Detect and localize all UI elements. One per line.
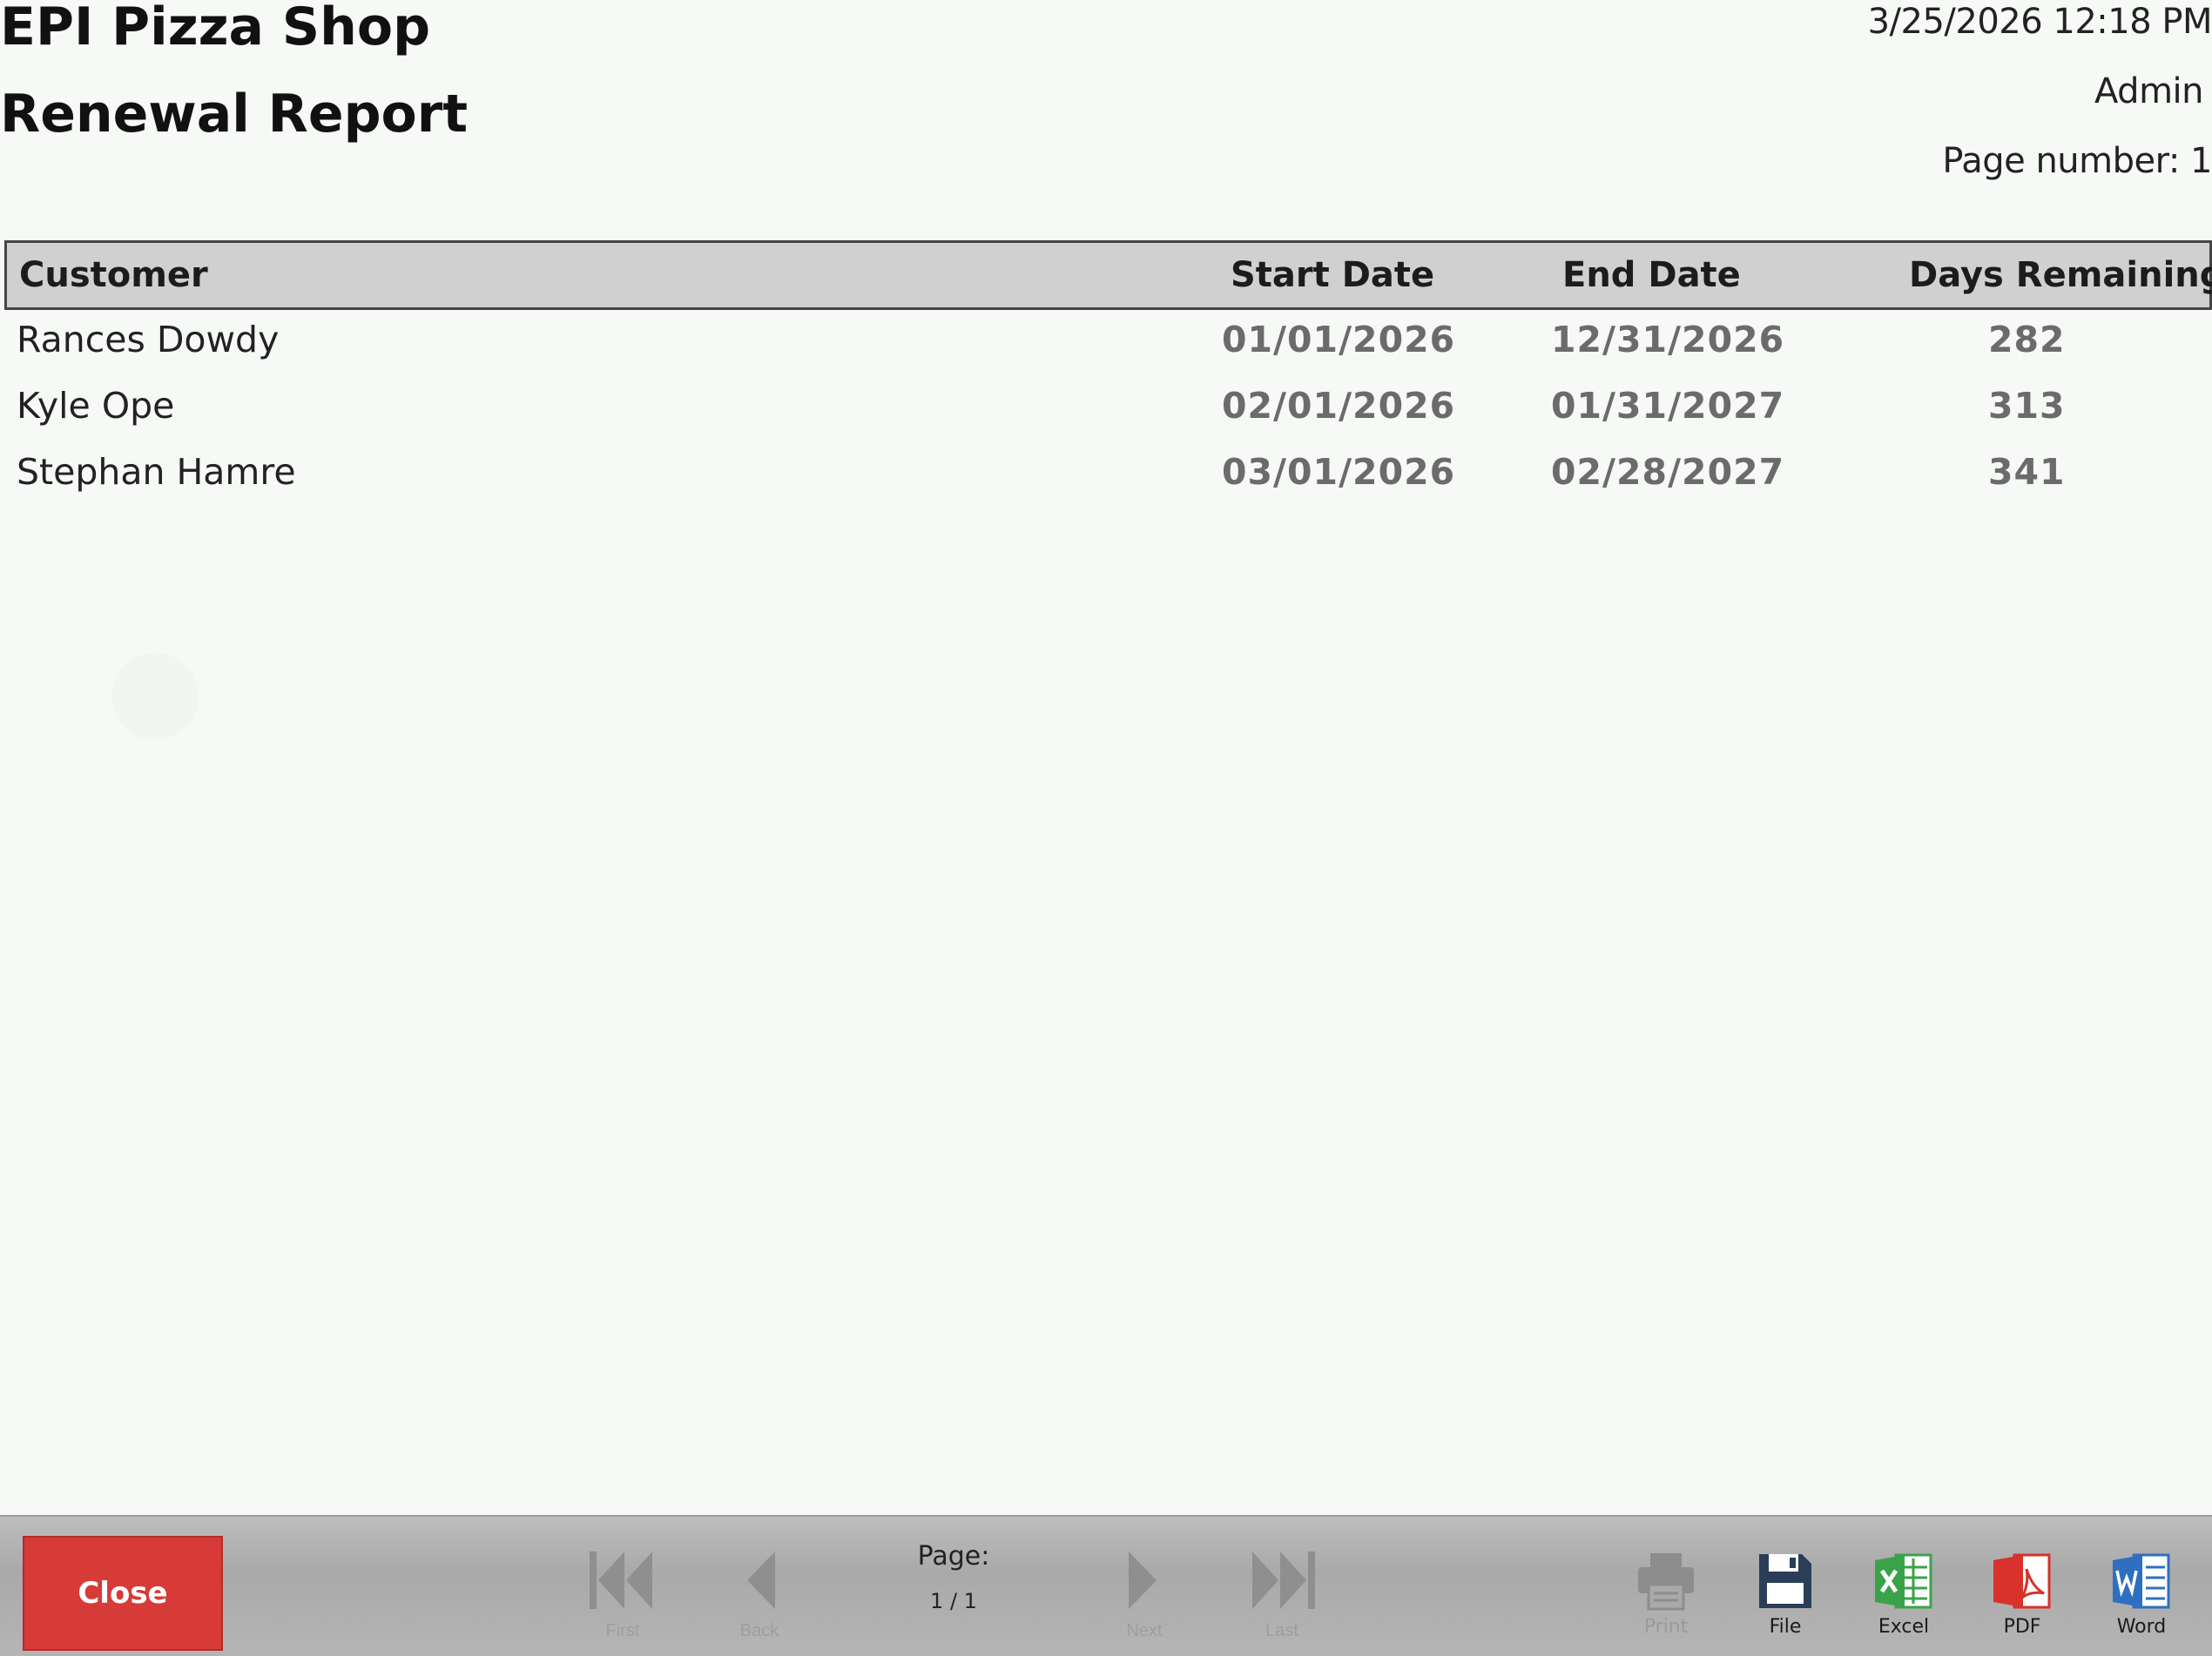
next-page-button[interactable]: Next: [1101, 1546, 1188, 1642]
back-arrow-icon: [747, 1552, 775, 1609]
table-row: Stephan Hamre 03/01/2026 02/28/2027 341: [4, 442, 2212, 508]
next-page-label: Next: [1126, 1621, 1163, 1640]
column-header-end-date: End Date: [1562, 255, 1741, 295]
last-page-label: Last: [1265, 1621, 1298, 1640]
last-page-icon: [1252, 1552, 1315, 1609]
report-datetime: 3/25/2026 12:18 PM: [1867, 2, 2212, 42]
next-arrow-icon: [1129, 1552, 1157, 1609]
cell-customer: Stephan Hamre: [17, 451, 296, 493]
first-page-label: First: [605, 1621, 640, 1640]
page-label: Page:: [917, 1541, 990, 1572]
renewal-table: Customer Start Date End Date Days Remain…: [4, 240, 2212, 508]
close-button[interactable]: Close: [23, 1536, 223, 1651]
excel-icon: [1875, 1553, 1932, 1609]
cell-end-date: 02/28/2027: [1551, 451, 1785, 493]
print-label: Print: [1643, 1616, 1689, 1638]
save-file-button[interactable]: File: [1737, 1552, 1833, 1649]
faint-watermark: [111, 653, 199, 740]
pdf-icon: [1993, 1553, 2051, 1609]
export-excel-button[interactable]: Excel: [1856, 1552, 1952, 1649]
last-page-button[interactable]: Last: [1238, 1546, 1325, 1642]
report-user: Admin: [2094, 71, 2203, 111]
report-page-number: Page number: 1: [1942, 141, 2212, 181]
table-row: Rances Dowdy 01/01/2026 12/31/2026 282: [4, 310, 2212, 376]
cell-days-remaining: 282: [1988, 319, 2066, 360]
cell-customer: Kyle Ope: [17, 385, 175, 427]
cell-start-date: 01/01/2026: [1222, 319, 1456, 360]
cell-end-date: 12/31/2026: [1551, 319, 1785, 360]
shop-name: EPI Pizza Shop: [0, 0, 431, 57]
report-toolbar: Close First Back Page: 1 / 1 Next Last P…: [0, 1515, 2212, 1656]
cell-days-remaining: 341: [1988, 451, 2066, 493]
column-header-customer: Customer: [19, 255, 208, 295]
pdf-label: PDF: [2003, 1616, 2041, 1638]
save-disk-icon: [1759, 1554, 1811, 1608]
print-button[interactable]: Print: [1618, 1552, 1714, 1649]
excel-label: Excel: [1878, 1616, 1930, 1638]
table-row: Kyle Ope 02/01/2026 01/31/2027 313: [4, 376, 2212, 442]
cell-days-remaining: 313: [1988, 385, 2066, 427]
report-title: Renewal Report: [0, 84, 469, 145]
cell-customer: Rances Dowdy: [17, 319, 280, 360]
page-value: 1 / 1: [930, 1589, 977, 1613]
table-header: Customer Start Date End Date Days Remain…: [4, 240, 2212, 310]
page-indicator: Page: 1 / 1: [897, 1541, 1010, 1613]
file-label: File: [1769, 1616, 1802, 1638]
printer-icon: [1638, 1553, 1694, 1611]
export-pdf-button[interactable]: PDF: [1974, 1552, 2070, 1649]
column-header-days-remaining: Days Remaining: [1909, 255, 2212, 295]
cell-end-date: 01/31/2027: [1551, 385, 1785, 427]
cell-start-date: 03/01/2026: [1222, 451, 1456, 493]
export-word-button[interactable]: Word: [2094, 1552, 2189, 1649]
word-icon: [2113, 1553, 2170, 1609]
first-page-button[interactable]: First: [579, 1546, 666, 1642]
word-label: Word: [2116, 1616, 2167, 1638]
cell-start-date: 02/01/2026: [1222, 385, 1456, 427]
first-page-icon: [590, 1552, 652, 1609]
back-page-label: Back: [739, 1621, 779, 1640]
back-page-button[interactable]: Back: [716, 1546, 803, 1642]
column-header-start-date: Start Date: [1231, 255, 1435, 295]
